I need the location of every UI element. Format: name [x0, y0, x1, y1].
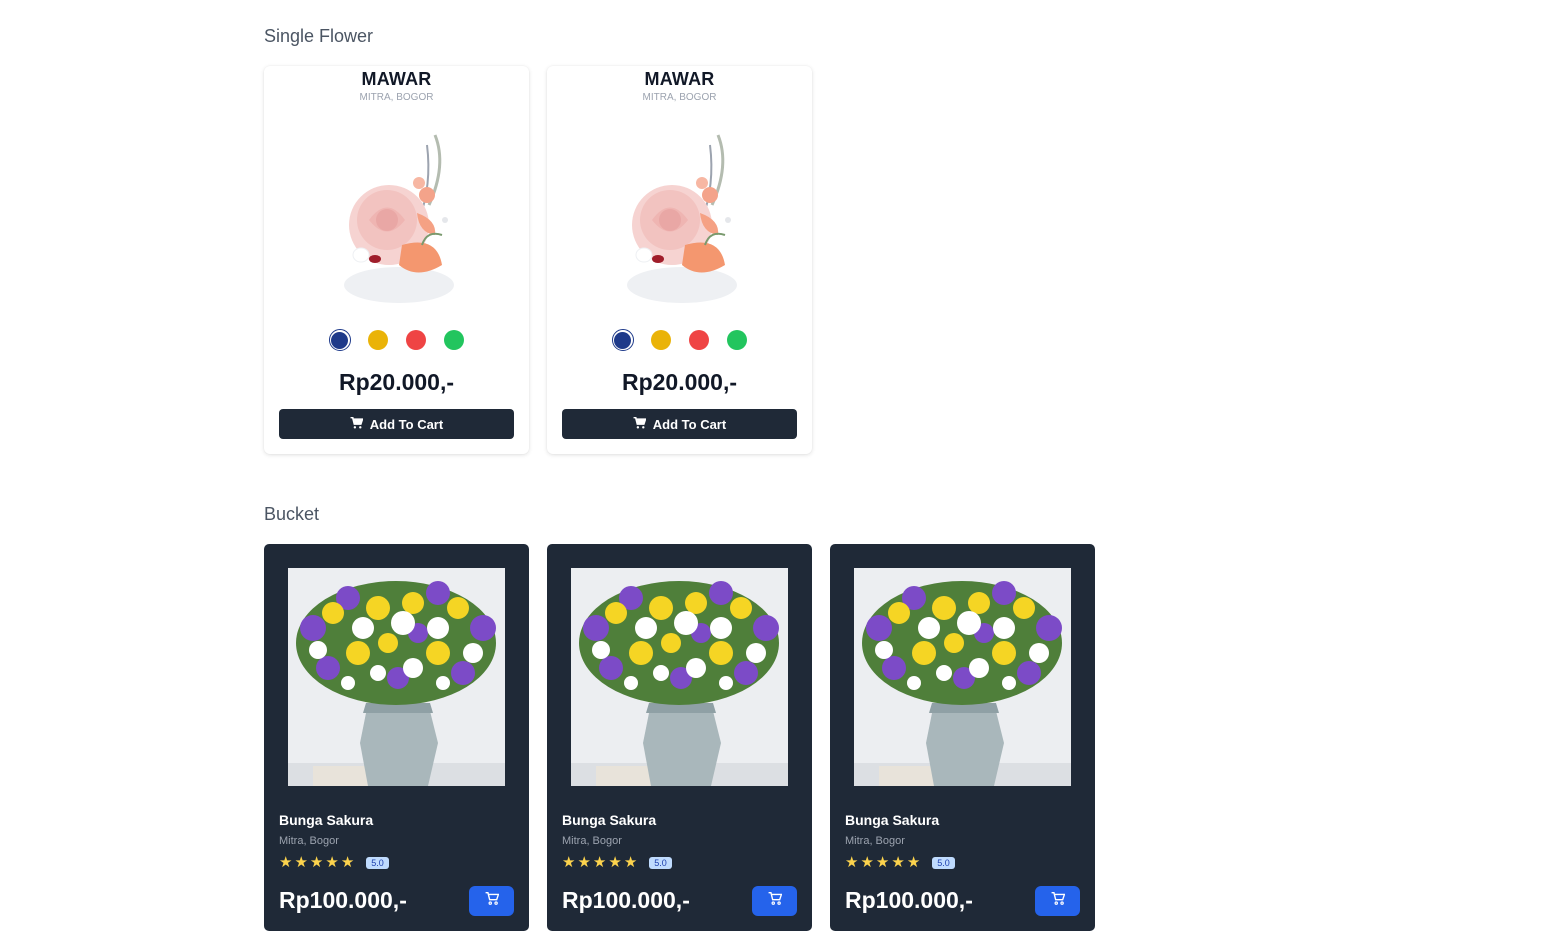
star-icon: ★: [845, 854, 859, 871]
bouquet-image: [288, 568, 505, 786]
color-swatch-red[interactable]: [688, 329, 710, 351]
bucket-price: Rp100.000,-: [562, 887, 690, 913]
color-swatch-red[interactable]: [405, 329, 427, 351]
add-to-cart-label: Add To Cart: [652, 416, 727, 432]
color-swatch-yellow[interactable]: [367, 329, 389, 351]
bucket-card: Bunga Sakura Mitra, Bogor ★ ★ ★ ★ ★ 5.0 …: [830, 544, 1095, 931]
cart-icon: [485, 891, 499, 910]
star-icon: ★: [906, 854, 921, 871]
add-to-cart-button[interactable]: Add To Cart: [562, 409, 797, 439]
color-swatches: [611, 329, 748, 351]
star-icon: ★: [340, 854, 355, 871]
rose-image: [590, 125, 770, 325]
bouquet-image: [571, 568, 788, 786]
single-flower-card: MAWAR MITRA, BOGOR Rp20.000,- Add To Car…: [264, 66, 529, 454]
bucket-location: Mitra, Bogor: [845, 835, 905, 847]
product-location: MITRA, BOGOR: [359, 92, 434, 103]
star-icon: ★: [577, 854, 591, 871]
star-rating: ★ ★ ★ ★ ★ 5.0: [845, 854, 955, 872]
cart-icon: [768, 891, 782, 910]
star-rating: ★ ★ ★ ★ ★ 5.0: [279, 854, 389, 872]
add-to-cart-button[interactable]: [752, 886, 797, 916]
star-rating: ★ ★ ★ ★ ★ 5.0: [562, 854, 672, 872]
product-name: MAWAR: [644, 69, 715, 89]
bucket-name: Bunga Sakura: [845, 812, 940, 828]
add-to-cart-button[interactable]: Add To Cart: [279, 409, 514, 439]
cart-icon: [1051, 891, 1065, 910]
star-icon: ★: [860, 854, 874, 871]
star-icon: ★: [875, 854, 890, 871]
single-flower-card: MAWAR MITRA, BOGOR Rp20.000,- Add To Car…: [547, 66, 812, 454]
color-swatch-blue[interactable]: [328, 329, 351, 351]
rating-badge: 5.0: [932, 857, 955, 869]
add-to-cart-button[interactable]: [469, 886, 514, 916]
star-icon: ★: [325, 854, 339, 871]
bucket-price: Rp100.000,-: [279, 887, 407, 913]
bouquet-image: [854, 568, 1071, 786]
bucket-name: Bunga Sakura: [279, 812, 374, 828]
bucket-name: Bunga Sakura: [562, 812, 657, 828]
add-to-cart-button[interactable]: [1035, 886, 1080, 916]
star-icon: ★: [592, 854, 607, 871]
star-icon: ★: [608, 854, 622, 871]
star-icon: ★: [891, 854, 905, 871]
color-swatch-green[interactable]: [443, 329, 465, 351]
section-title-bucket: Bucket: [264, 504, 320, 524]
bucket-list: Bunga Sakura Mitra, Bogor ★ ★ ★ ★ ★ 5.0 …: [264, 544, 1095, 931]
bucket-location: Mitra, Bogor: [279, 835, 339, 847]
product-location: MITRA, BOGOR: [642, 92, 717, 103]
color-swatch-blue[interactable]: [611, 329, 634, 351]
rating-badge: 5.0: [366, 857, 389, 869]
color-swatch-green[interactable]: [726, 329, 748, 351]
rose-image: [307, 125, 487, 325]
cart-icon: [350, 416, 364, 432]
star-icon: ★: [623, 854, 638, 871]
single-flower-list: MAWAR MITRA, BOGOR Rp20.000,- Add To Car…: [264, 66, 812, 454]
star-icon: ★: [294, 854, 308, 871]
bucket-price: Rp100.000,-: [845, 887, 973, 913]
bucket-card: Bunga Sakura Mitra, Bogor ★ ★ ★ ★ ★ 5.0 …: [547, 544, 812, 931]
star-icon: ★: [279, 854, 293, 871]
add-to-cart-label: Add To Cart: [369, 416, 444, 432]
star-icon: ★: [562, 854, 576, 871]
color-swatches: [328, 329, 465, 351]
rating-badge: 5.0: [649, 857, 672, 869]
product-price: Rp20.000,-: [338, 369, 455, 395]
cart-icon: [633, 416, 647, 432]
bucket-location: Mitra, Bogor: [562, 835, 622, 847]
bucket-card: Bunga Sakura Mitra, Bogor ★ ★ ★ ★ ★ 5.0 …: [264, 544, 529, 931]
color-swatch-yellow[interactable]: [650, 329, 672, 351]
section-title-single-flower: Single Flower: [264, 26, 374, 46]
product-price: Rp20.000,-: [621, 369, 738, 395]
star-icon: ★: [309, 854, 324, 871]
product-name: MAWAR: [361, 69, 432, 89]
